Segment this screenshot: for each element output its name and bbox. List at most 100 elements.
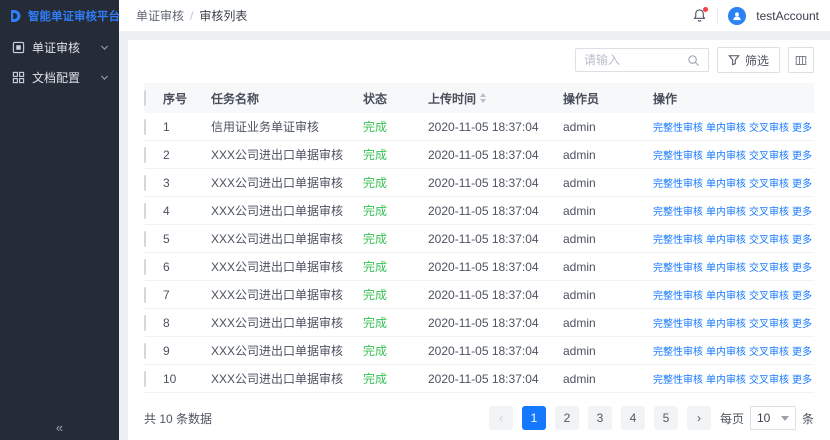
action-link[interactable]: 完整性审核 xyxy=(653,343,703,358)
action-link[interactable]: 交叉审核 xyxy=(749,287,789,302)
action-link[interactable]: 单内审核 xyxy=(706,315,746,330)
sort-icon[interactable] xyxy=(480,93,486,103)
upload-time: 2020-11-05 18:37:04 xyxy=(428,176,563,190)
breadcrumb-separator: / xyxy=(190,9,193,23)
row-checkbox[interactable] xyxy=(144,175,146,191)
action-link[interactable]: 单内审核 xyxy=(706,147,746,162)
operator: admin xyxy=(563,316,653,330)
search-icon[interactable] xyxy=(687,54,700,67)
next-page-button[interactable]: › xyxy=(687,406,711,430)
table-row: 8 XXX公司进出口单据审核 完成 2020-11-05 18:37:04 ad… xyxy=(144,309,814,337)
task-name: XXX公司进出口单据审核 xyxy=(211,370,363,387)
status-text: 完成 xyxy=(363,230,428,247)
row-checkbox[interactable] xyxy=(144,259,146,275)
page-button-2[interactable]: 2 xyxy=(555,406,579,430)
row-actions: 完整性审核单内审核交叉审核更多 xyxy=(653,287,814,302)
page-button-3[interactable]: 3 xyxy=(588,406,612,430)
row-checkbox[interactable] xyxy=(144,231,146,247)
row-checkbox[interactable] xyxy=(144,147,146,163)
action-link[interactable]: 更多 xyxy=(792,371,812,386)
action-link[interactable]: 更多 xyxy=(792,175,812,190)
operator: admin xyxy=(563,176,653,190)
page-button-5[interactable]: 5 xyxy=(654,406,678,430)
action-link[interactable]: 单内审核 xyxy=(706,259,746,274)
row-checkbox[interactable] xyxy=(144,371,146,387)
avatar[interactable] xyxy=(728,7,746,25)
action-link[interactable]: 单内审核 xyxy=(706,231,746,246)
action-link[interactable]: 交叉审核 xyxy=(749,371,789,386)
action-link[interactable]: 更多 xyxy=(792,231,812,246)
page-button-4[interactable]: 4 xyxy=(621,406,645,430)
upload-time: 2020-11-05 18:37:04 xyxy=(428,344,563,358)
action-link[interactable]: 单内审核 xyxy=(706,343,746,358)
filter-button[interactable]: 筛选 xyxy=(717,47,780,73)
operator: admin xyxy=(563,148,653,162)
task-name: XXX公司进出口单据审核 xyxy=(211,230,363,247)
row-checkbox[interactable] xyxy=(144,287,146,303)
action-link[interactable]: 完整性审核 xyxy=(653,175,703,190)
table-row: 3 XXX公司进出口单据审核 完成 2020-11-05 18:37:04 ad… xyxy=(144,169,814,197)
app-logo: 智能单证审核平台 xyxy=(0,0,119,32)
page-button-1[interactable]: 1 xyxy=(522,406,546,430)
row-actions: 完整性审核单内审核交叉审核更多 xyxy=(653,315,814,330)
action-link[interactable]: 交叉审核 xyxy=(749,203,789,218)
task-name: XXX公司进出口单据审核 xyxy=(211,314,363,331)
task-name: XXX公司进出口单据审核 xyxy=(211,202,363,219)
search-input[interactable] xyxy=(584,53,681,67)
upload-time: 2020-11-05 18:37:04 xyxy=(428,148,563,162)
prev-page-button[interactable]: ‹ xyxy=(489,406,513,430)
action-link[interactable]: 交叉审核 xyxy=(749,231,789,246)
action-link[interactable]: 更多 xyxy=(792,315,812,330)
operator: admin xyxy=(563,344,653,358)
row-actions: 完整性审核单内审核交叉审核更多 xyxy=(653,119,814,134)
action-link[interactable]: 交叉审核 xyxy=(749,147,789,162)
sidebar-item-document-audit[interactable]: 单证审核 xyxy=(0,32,119,62)
user-icon xyxy=(732,11,742,21)
action-link[interactable]: 完整性审核 xyxy=(653,259,703,274)
action-link[interactable]: 完整性审核 xyxy=(653,371,703,386)
action-link[interactable]: 交叉审核 xyxy=(749,343,789,358)
col-header-index: 序号 xyxy=(163,90,211,107)
account-name[interactable]: testAccount xyxy=(756,9,819,23)
action-link[interactable]: 更多 xyxy=(792,119,812,134)
breadcrumb-parent[interactable]: 单证审核 xyxy=(136,7,184,24)
action-link[interactable]: 单内审核 xyxy=(706,119,746,134)
action-link[interactable]: 交叉审核 xyxy=(749,315,789,330)
action-link[interactable]: 完整性审核 xyxy=(653,147,703,162)
main-area: 筛选 序号 任务名称 状态 上传时间 操作员 操作 1 信用证业务单证审核 xyxy=(119,32,830,440)
action-link[interactable]: 完整性审核 xyxy=(653,203,703,218)
select-all-checkbox[interactable] xyxy=(144,90,146,106)
action-link[interactable]: 单内审核 xyxy=(706,371,746,386)
action-link[interactable]: 更多 xyxy=(792,147,812,162)
action-link[interactable]: 单内审核 xyxy=(706,287,746,302)
sidebar-item-label: 单证审核 xyxy=(32,39,80,56)
action-link[interactable]: 完整性审核 xyxy=(653,315,703,330)
action-link[interactable]: 交叉审核 xyxy=(749,259,789,274)
row-index: 7 xyxy=(163,288,211,302)
action-link[interactable]: 交叉审核 xyxy=(749,175,789,190)
upload-time: 2020-11-05 18:37:04 xyxy=(428,232,563,246)
sidebar-collapse-button[interactable]: « xyxy=(0,414,119,440)
action-link[interactable]: 交叉审核 xyxy=(749,119,789,134)
action-link[interactable]: 完整性审核 xyxy=(653,119,703,134)
action-link[interactable]: 更多 xyxy=(792,343,812,358)
action-link[interactable]: 更多 xyxy=(792,259,812,274)
row-actions: 完整性审核单内审核交叉审核更多 xyxy=(653,371,814,386)
action-link[interactable]: 单内审核 xyxy=(706,175,746,190)
sidebar-item-doc-config[interactable]: 文档配置 xyxy=(0,62,119,92)
action-link[interactable]: 单内审核 xyxy=(706,203,746,218)
notification-bell-icon[interactable] xyxy=(692,8,707,23)
action-link[interactable]: 完整性审核 xyxy=(653,287,703,302)
row-checkbox[interactable] xyxy=(144,119,146,135)
row-checkbox[interactable] xyxy=(144,203,146,219)
action-link[interactable]: 更多 xyxy=(792,203,812,218)
row-checkbox[interactable] xyxy=(144,315,146,331)
action-link[interactable]: 完整性审核 xyxy=(653,231,703,246)
per-page-value: 10 xyxy=(757,411,770,425)
task-name: XXX公司进出口单据审核 xyxy=(211,342,363,359)
row-checkbox[interactable] xyxy=(144,343,146,359)
per-page-select[interactable]: 10 xyxy=(750,406,796,430)
notification-dot xyxy=(703,7,708,12)
column-settings-button[interactable] xyxy=(788,47,814,73)
action-link[interactable]: 更多 xyxy=(792,287,812,302)
